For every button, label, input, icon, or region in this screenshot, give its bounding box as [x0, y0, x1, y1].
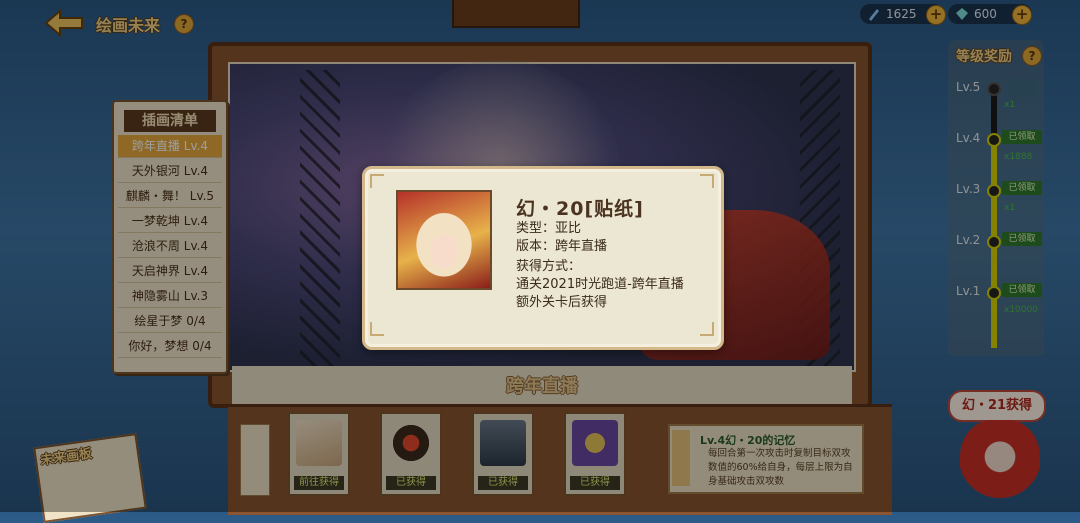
popup-title: 幻・20[贴纸] — [516, 198, 644, 220]
character-portrait — [396, 190, 492, 290]
popup-type: 类型：亚比 — [516, 221, 582, 236]
popup-corner — [370, 174, 384, 188]
popup-obtain-heading: 获得方式： — [516, 259, 582, 274]
popup-version: 版本：跨年直播 — [516, 239, 608, 254]
popup-corner — [370, 322, 384, 336]
popup-obtain-line-2: 额外关卡后获得 — [516, 295, 608, 310]
popup-corner — [700, 174, 714, 188]
popup-corner — [700, 322, 714, 336]
popup-obtain-line-1: 通关2021时光跑道-跨年直播 — [516, 277, 684, 292]
